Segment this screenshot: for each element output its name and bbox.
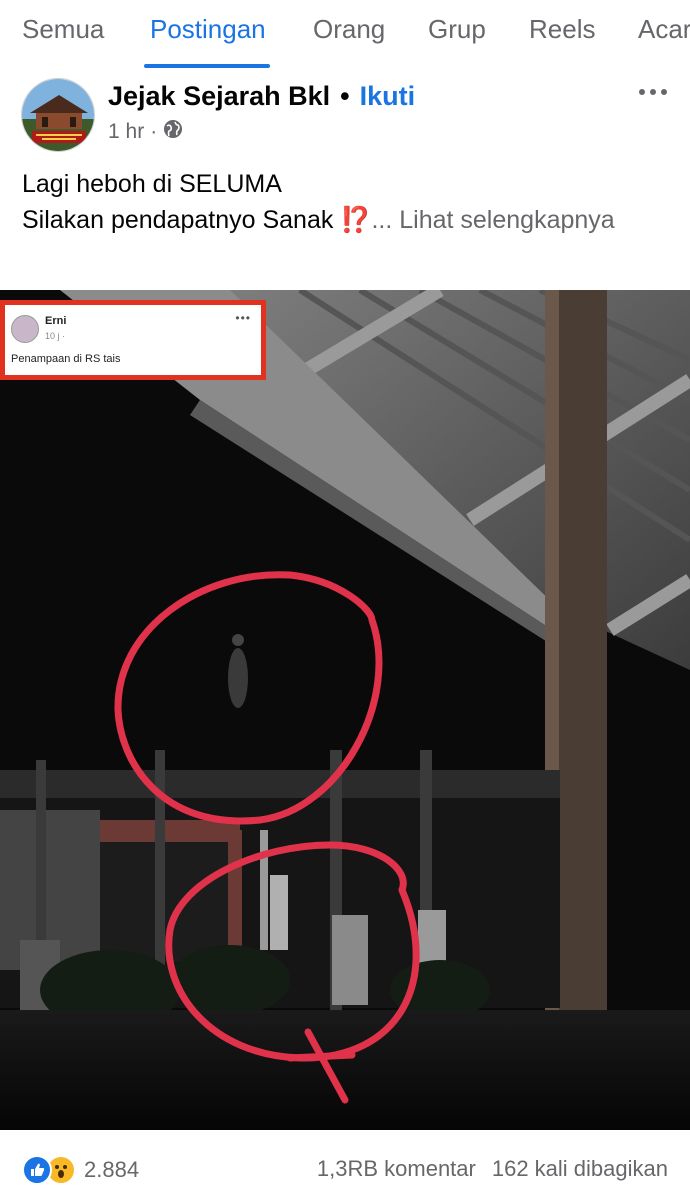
post-author-row: Jejak Sejarah Bkl • Ikuti (108, 78, 415, 114)
tab-semua[interactable]: Semua (22, 14, 104, 45)
inset-avatar (11, 315, 39, 343)
engagement-stats: 1,3RB komentar 162 kali dibagikan (317, 1156, 668, 1186)
tab-grup[interactable]: Grup (428, 14, 486, 45)
interrobang-emoji: ⁉️ (340, 206, 372, 234)
more-dot-icon (639, 89, 645, 95)
post-text-line2-content: Silakan pendapatnyo Sanak (22, 206, 334, 234)
share-count[interactable]: 162 kali dibagikan (492, 1156, 668, 1186)
inset-more-icon: ••• (235, 311, 251, 325)
inset-meta: 10 j · (45, 331, 66, 341)
meta-separator: · (150, 120, 158, 143)
separator-dot: • (340, 80, 350, 111)
post-photo[interactable] (0, 290, 690, 1130)
globe-icon (163, 119, 183, 145)
tab-postingan[interactable]: Postingan (150, 14, 266, 45)
see-more-link[interactable]: ... Lihat selengkapnya (371, 206, 614, 234)
inset-text: Penampaan di RS tais (11, 353, 121, 365)
post-text-line1: Lagi heboh di SELUMA (22, 170, 282, 198)
tab-orang[interactable]: Orang (313, 14, 385, 45)
follow-button[interactable]: Ikuti (360, 81, 416, 112)
more-dot-icon (650, 89, 656, 95)
reaction-count: 2.884 (84, 1157, 140, 1182)
embedded-post-screenshot: Erni 10 j · ••• Penampaan di RS tais (0, 300, 266, 380)
post-meta: 1 hr · (108, 118, 183, 146)
page-avatar[interactable] (21, 78, 95, 152)
comment-count[interactable]: 1,3RB komentar (317, 1156, 476, 1186)
more-dot-icon (661, 89, 667, 95)
post-text-line2: Silakan pendapatnyo Sanak ⁉️... Lihat se… (22, 202, 672, 238)
author-name[interactable]: Jejak Sejarah Bkl (108, 81, 330, 112)
post-time[interactable]: 1 hr (108, 120, 144, 144)
tab-acara[interactable]: Acar (638, 14, 690, 45)
post-body: Lagi heboh di SELUMA Silakan pendapatnyo… (22, 166, 672, 238)
post-options-button[interactable] (630, 80, 676, 104)
like-icon (22, 1155, 52, 1185)
reactions-summary[interactable]: 2.884 (22, 1152, 139, 1188)
inset-author-name: Erni (45, 315, 67, 327)
search-filter-tabs: Semua Postingan Orang Grup Reels Acar (0, 0, 690, 64)
active-tab-indicator (144, 64, 270, 68)
tab-reels[interactable]: Reels (529, 14, 595, 45)
